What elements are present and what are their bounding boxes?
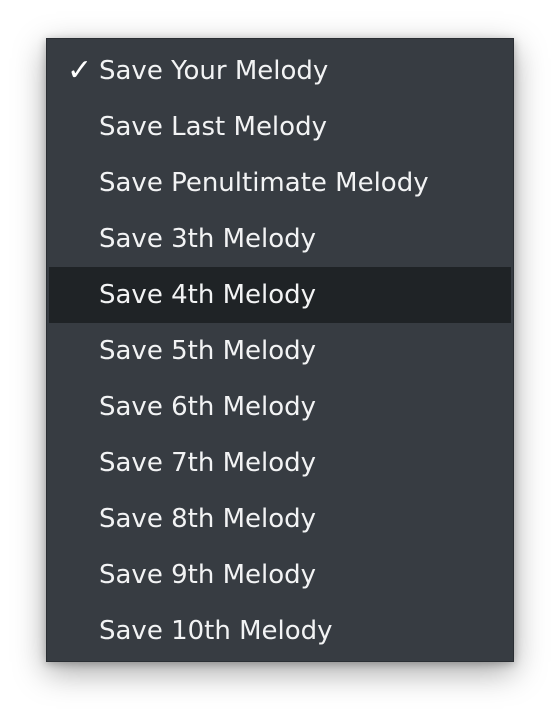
menu-item-save-4th-melody[interactable]: Save 4th Melody — [49, 267, 511, 323]
menu-item-label: Save Your Melody — [99, 56, 329, 86]
menu-item-save-your-melody[interactable]: ✓ Save Your Melody — [47, 43, 513, 99]
menu-item-label: Save 5th Melody — [99, 336, 317, 366]
menu-item-label: Save 10th Melody — [99, 616, 333, 646]
menu-item-label: Save 6th Melody — [99, 392, 317, 422]
menu-item-save-6th-melody[interactable]: Save 6th Melody — [47, 379, 513, 435]
menu-item-save-3th-melody[interactable]: Save 3th Melody — [47, 211, 513, 267]
menu-item-save-penultimate-melody[interactable]: Save Penultimate Melody — [47, 155, 513, 211]
menu-item-label: Save Last Melody — [99, 112, 327, 142]
menu-item-save-5th-melody[interactable]: Save 5th Melody — [47, 323, 513, 379]
menu-item-label: Save 7th Melody — [99, 448, 317, 478]
menu-item-save-7th-melody[interactable]: Save 7th Melody — [47, 435, 513, 491]
menu-item-save-10th-melody[interactable]: Save 10th Melody — [47, 603, 513, 659]
menu-item-label: Save Penultimate Melody — [99, 168, 429, 198]
menu-item-label: Save 4th Melody — [99, 280, 317, 310]
menu-item-label: Save 8th Melody — [99, 504, 317, 534]
menu-item-save-last-melody[interactable]: Save Last Melody — [47, 99, 513, 155]
menu-item-save-8th-melody[interactable]: Save 8th Melody — [47, 491, 513, 547]
menu-item-label: Save 3th Melody — [99, 224, 317, 254]
dropdown-menu: ✓ Save Your Melody Save Last Melody Save… — [46, 38, 514, 662]
menu-item-save-9th-melody[interactable]: Save 9th Melody — [47, 547, 513, 603]
menu-item-label: Save 9th Melody — [99, 560, 317, 590]
checkmark-icon: ✓ — [67, 53, 93, 88]
